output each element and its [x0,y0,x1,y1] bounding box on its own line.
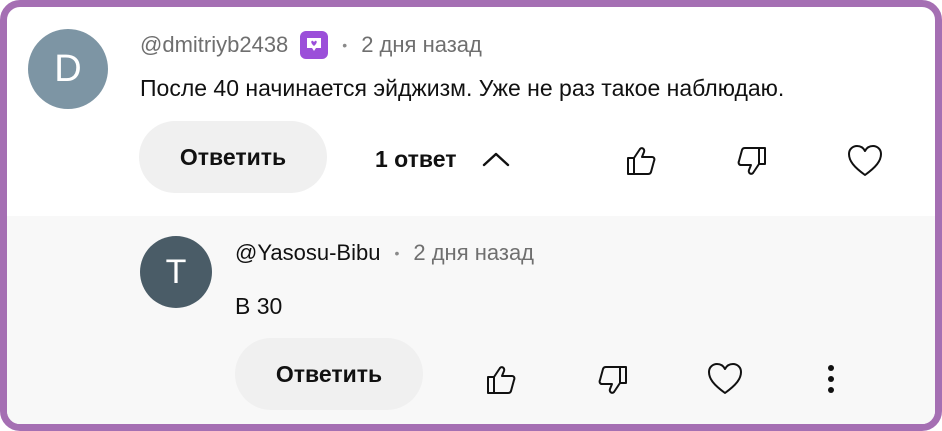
reply-text: В 30 [235,293,283,319]
reply-button[interactable]: Ответить [139,121,327,193]
more-vertical-icon[interactable] [819,361,843,397]
reply-author[interactable]: @Yasosu-Bibu [235,240,380,266]
avatar-letter: T [165,252,187,291]
comment-author[interactable]: @dmitriyb2438 [140,32,288,58]
replies-toggle[interactable]: 1 ответ [375,139,511,179]
reply-header: @Yasosu-Bibu • 2 дня назад [235,233,534,273]
heart-icon[interactable] [705,359,745,399]
separator-dot: • [342,37,348,53]
reply-time[interactable]: 2 дня назад [413,240,534,266]
thumbs-up-icon[interactable] [623,143,659,179]
thumbs-down-icon[interactable] [595,362,631,398]
heart-icon[interactable] [845,141,885,181]
comment-thread: D @dmitriyb2438 • 2 дня назад После 40 н… [0,0,942,431]
thumbs-down-icon[interactable] [734,143,770,179]
member-badge-icon [300,31,329,59]
avatar-letter: D [54,47,82,90]
comment-header: @dmitriyb2438 • 2 дня назад [140,25,482,65]
replies-count: 1 ответ [375,145,457,172]
comment-time[interactable]: 2 дня назад [361,32,482,58]
comment-text: После 40 начинается эйджизм. Уже не раз … [140,75,785,101]
reply-avatar[interactable]: T [140,236,212,308]
separator-dot: • [394,245,400,261]
reply-button[interactable]: Ответить [235,338,423,410]
avatar[interactable]: D [28,29,108,109]
chevron-up-icon [481,150,511,168]
thumbs-up-icon[interactable] [483,362,519,398]
